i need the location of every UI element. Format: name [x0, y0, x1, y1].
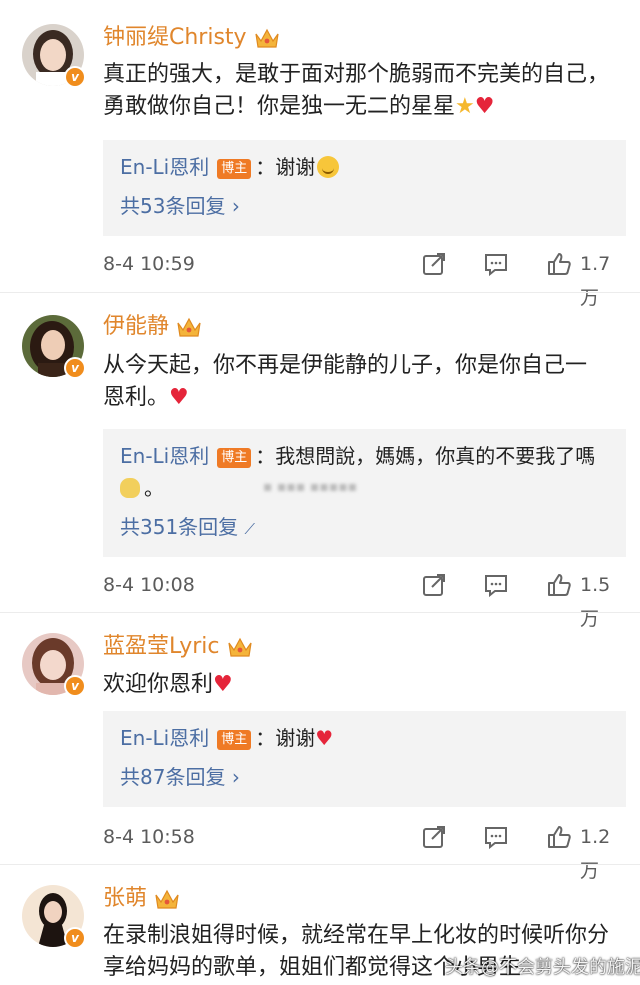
watermark: 头条@不会剪头发的施泥 [445, 957, 640, 978]
username[interactable]: 蓝盈莹Lyric [103, 631, 220, 663]
comment-text: 真正的强大，是敢于面对那个脆弱而不完美的自己，勇敢做你自己！你是独一无二的星星★… [103, 62, 610, 119]
comment-icon[interactable] [483, 572, 509, 598]
name-row: 钟丽缇Christy [103, 22, 281, 54]
comment-footer: 8-4 10:58 1.2万 [103, 820, 625, 882]
heart-emoji-icon: ♥ [474, 94, 495, 119]
comment-footer: 8-4 10:59 1.7万 [103, 247, 625, 309]
blob-emoji-icon [120, 478, 140, 498]
verified-badge-icon: v [64, 927, 86, 949]
timestamp: 8-4 10:59 [103, 253, 195, 275]
timestamp: 8-4 10:08 [103, 574, 195, 596]
heart-emoji-icon: ♥ [213, 672, 233, 697]
crown-icon [254, 28, 279, 48]
reply-line-2: 。 [120, 473, 164, 503]
reply-author[interactable]: En-Li恩利 [120, 444, 209, 468]
reply-box[interactable]: En-Li恩利 博主 ：谢谢 共53条回复 › [103, 140, 626, 236]
crown-icon [227, 637, 252, 657]
chevron-right-icon: ⟋ [244, 520, 256, 538]
username[interactable]: 钟丽缇Christy [103, 22, 247, 54]
avatar[interactable]: v [22, 24, 86, 88]
avatar[interactable]: v [22, 885, 86, 949]
comment-item: v 钟丽缇Christy 真正的强大，是敢于面对那个脆弱而不完美的自己，勇敢做你… [0, 0, 640, 309]
reply-count-link[interactable]: 共53条回复 › [120, 191, 240, 221]
host-tag: 博主 [217, 730, 252, 750]
reply-text: ：谢谢 [255, 155, 316, 179]
reply-line: En-Li恩利 博主 ：谢谢 [120, 152, 340, 182]
comment-text: 欢迎你恩利♥ [103, 672, 233, 697]
reply-author[interactable]: En-Li恩利 [120, 155, 209, 179]
username[interactable]: 伊能静 [103, 311, 169, 343]
chevron-right-icon: › [231, 194, 240, 218]
heart-emoji-icon: ♥ [315, 726, 334, 750]
verified-badge-icon: v [64, 357, 86, 379]
name-row: 蓝盈莹Lyric [103, 631, 254, 663]
avatar[interactable]: v [22, 633, 86, 697]
like-icon[interactable] [546, 251, 572, 277]
name-row: 张萌 [103, 883, 181, 915]
comment-icon[interactable] [483, 824, 509, 850]
comment-icon[interactable] [483, 251, 509, 277]
smile-emoji-icon [317, 156, 340, 178]
crown-icon [155, 889, 179, 909]
host-tag: 博主 [217, 159, 252, 179]
star-emoji-icon: ★ [455, 94, 475, 119]
reply-box[interactable]: En-Li恩利 博主 ：我想問說，媽媽，你真的不要我了嗎 。 ▪ ▪▪▪ ▪▪▪▪▪… [103, 429, 626, 557]
avatar[interactable]: v [22, 315, 86, 379]
share-icon[interactable] [421, 824, 447, 850]
share-icon[interactable] [421, 251, 447, 277]
like-icon[interactable] [546, 572, 572, 598]
host-tag: 博主 [217, 448, 252, 468]
reply-author[interactable]: En-Li恩利 [120, 726, 209, 750]
comment-footer: 8-4 10:08 1.5万 [103, 568, 625, 630]
reply-line: En-Li恩利 博主 ：谢谢♥ [120, 723, 333, 753]
reply-box[interactable]: En-Li恩利 博主 ：谢谢♥ 共87条回复 › [103, 711, 626, 807]
comment-text: 从今天起，你不再是伊能静的儿子，你是你自己一恩利。♥ [103, 353, 588, 410]
share-icon[interactable] [421, 572, 447, 598]
username[interactable]: 张萌 [103, 883, 147, 915]
timestamp: 8-4 10:58 [103, 826, 195, 848]
verified-badge-icon: v [64, 675, 86, 697]
name-row: 伊能静 [103, 311, 203, 343]
reply-line: En-Li恩利 博主 ：我想問說，媽媽，你真的不要我了嗎 [120, 441, 595, 471]
like-icon[interactable] [546, 824, 572, 850]
reply-text: ：我想問說，媽媽，你真的不要我了嗎 [255, 444, 596, 468]
verified-badge-icon: v [64, 66, 86, 88]
reply-text: ：谢谢 [255, 726, 316, 750]
comment-item: v 蓝盈莹Lyric 欢迎你恩利♥ En-Li恩利 博主 ：谢谢♥ 共87条回复 ›… [0, 612, 640, 882]
heart-emoji-icon: ♥ [169, 385, 189, 410]
reply-count-link[interactable]: 共351条回复 ⟋ [120, 512, 255, 544]
comment-item: v 伊能静 从今天起，你不再是伊能静的儿子，你是你自己一恩利。♥ En-Li恩利… [0, 292, 640, 630]
blurred-overlay: ▪ ▪▪▪ ▪▪▪▪▪ [263, 479, 358, 495]
chevron-right-icon: › [231, 765, 240, 789]
crown-icon [177, 317, 201, 337]
reply-count-link[interactable]: 共87条回复 › [120, 762, 240, 792]
